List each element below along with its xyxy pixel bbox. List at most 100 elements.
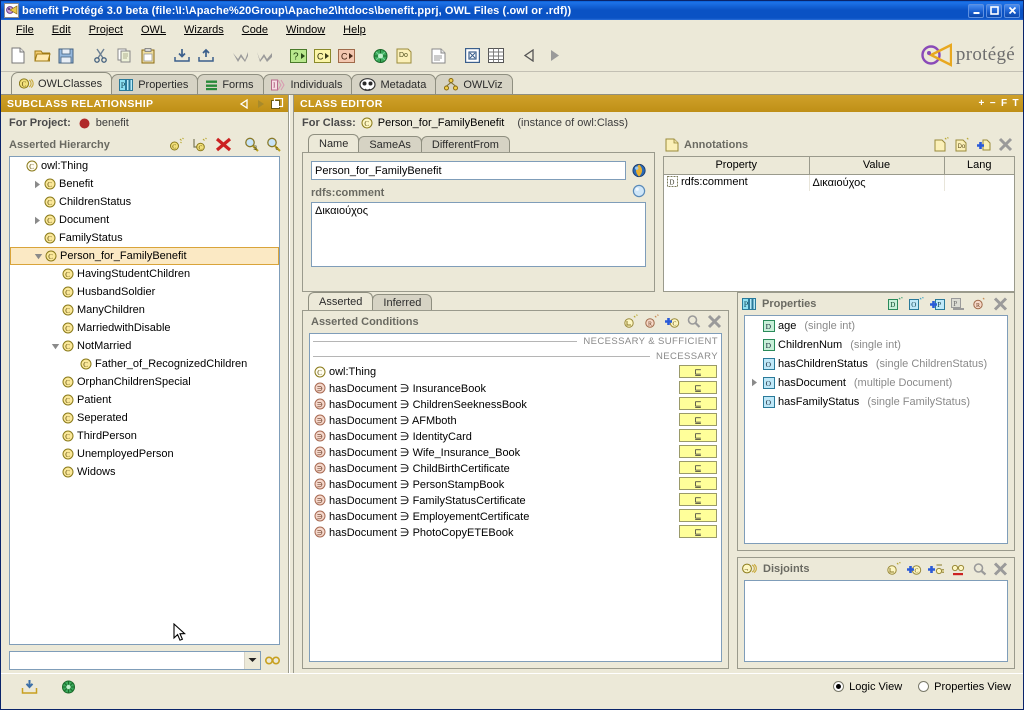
panel-collapse-icon[interactable]: − — [990, 98, 996, 109]
documentation-icon[interactable]: Do — [393, 45, 415, 67]
tab-owlviz[interactable]: OWLViz — [435, 74, 513, 94]
condition-row[interactable]: Cowl:Thing ⊑ — [310, 364, 721, 380]
condition-row[interactable]: ∋ hasDocument ∋ PhotoCopyETEBook ⊑ — [310, 524, 721, 540]
search-exists-icon[interactable]: ∃ — [244, 137, 260, 152]
cut-icon[interactable] — [89, 45, 111, 67]
table-icon[interactable] — [485, 45, 507, 67]
tree-item-havingstudentchildren[interactable]: C HavingStudentChildren — [10, 265, 279, 283]
tab-inferred[interactable]: Inferred — [372, 294, 433, 310]
menu-file[interactable]: File — [7, 22, 43, 38]
panel-expand-icon[interactable]: + — [978, 98, 984, 109]
create-restriction-icon[interactable] — [623, 314, 638, 329]
property-row[interactable]: OhasFamilyStatus (single FamilyStatus) — [745, 392, 1007, 411]
menu-edit[interactable]: Edit — [43, 22, 80, 38]
class-search-combo[interactable] — [9, 650, 261, 670]
minimize-button[interactable] — [968, 3, 984, 18]
tree-item-document[interactable]: C Document — [10, 211, 279, 229]
tree-item-notmarried[interactable]: C NotMarried — [10, 337, 279, 355]
new-project-icon[interactable] — [7, 45, 29, 67]
add-property-icon[interactable]: P — [930, 297, 945, 311]
tree-item-childrenstatus[interactable]: C ChildrenStatus — [10, 193, 279, 211]
condition-row[interactable]: ∋ hasDocument ∋ EmployementCertificate ⊑ — [310, 508, 721, 524]
logic-view-radio-dot[interactable] — [833, 681, 845, 692]
delete-disjoint-icon[interactable] — [993, 561, 1008, 576]
create-subclass-icon[interactable]: C — [192, 137, 209, 152]
paste-icon[interactable] — [137, 45, 159, 67]
condition-row[interactable]: ∋ hasDocument ∋ ChildrenSeeknessBook ⊑ — [310, 396, 721, 412]
properties-view-radio[interactable]: Properties View — [918, 681, 1011, 693]
subclass-badge[interactable]: ⊑ — [679, 445, 717, 458]
property-row[interactable]: OhasChildrenStatus (single ChildrenStatus… — [745, 354, 1007, 373]
language-circle-icon[interactable] — [632, 184, 646, 198]
delete-class-icon[interactable] — [215, 137, 232, 152]
search-class-icon[interactable]: c — [266, 137, 282, 152]
reasoner-status-icon[interactable] — [60, 679, 77, 695]
tree-item-manychildren[interactable]: C ManyChildren — [10, 301, 279, 319]
notes-icon[interactable] — [427, 45, 449, 67]
condition-row[interactable]: ∋ hasDocument ∋ PersonStampBook ⊑ — [310, 476, 721, 492]
condition-row[interactable]: ∋ hasDocument ∋ AFMboth ⊑ — [310, 412, 721, 428]
find-icon[interactable] — [265, 654, 280, 667]
forward-icon[interactable] — [543, 45, 565, 67]
open-project-icon[interactable] — [31, 45, 53, 67]
tab-properties[interactable]: P Properties — [111, 74, 199, 94]
tree-expand-toggle[interactable] — [30, 216, 44, 225]
remove-all-disjoints-icon[interactable] — [950, 562, 966, 576]
menu-code[interactable]: Code — [233, 22, 277, 38]
tab-metadata[interactable]: Metadata — [351, 74, 437, 94]
create-object-property-icon[interactable]: O — [909, 296, 924, 311]
tab-sameas[interactable]: SameAs — [358, 136, 422, 152]
ontoviz-icon[interactable] — [369, 45, 391, 67]
menu-help[interactable]: Help — [334, 22, 375, 38]
create-class-icon[interactable]: C — [311, 45, 333, 67]
table-row[interactable]: Drdfs:comment Δικαιούχος — [664, 174, 1014, 191]
view-condition-icon[interactable] — [686, 314, 701, 329]
remove-property-icon[interactable] — [993, 296, 1008, 311]
create-class-icon[interactable]: C — [169, 137, 186, 152]
undo-icon[interactable] — [229, 45, 251, 67]
subclass-badge[interactable]: ⊑ — [679, 525, 717, 538]
query-icon[interactable]: ? — [287, 45, 309, 67]
properties-list[interactable]: Dage (single int) D ChildrenNum (single int)… — [744, 315, 1008, 544]
menu-window[interactable]: Window — [277, 22, 334, 38]
tab-name[interactable]: Name — [308, 134, 360, 152]
subclass-badge[interactable]: ⊑ — [679, 493, 717, 506]
property-row[interactable]: Dage (single int) — [745, 316, 1007, 335]
property-row[interactable]: D ChildrenNum (single int) — [745, 335, 1007, 354]
panel-form-icon[interactable]: F — [1001, 98, 1008, 109]
logic-view-radio[interactable]: Logic View — [833, 681, 902, 693]
subclass-badge[interactable]: ⊑ — [679, 509, 717, 522]
tree-item-husbandsoldier[interactable]: C HusbandSoldier — [10, 283, 279, 301]
tab-asserted[interactable]: Asserted — [308, 292, 374, 310]
chevron-down-icon[interactable] — [244, 651, 260, 669]
property-row[interactable]: OhasDocument (multiple Document) — [745, 373, 1007, 392]
create-disjoint-icon[interactable] — [886, 561, 901, 576]
subclass-badge[interactable]: ⊑ — [679, 461, 717, 474]
tree-item-thirdperson[interactable]: C ThirdPerson — [10, 427, 279, 445]
tree-item-marriedwithdisable[interactable]: C MarriedwithDisable — [10, 319, 279, 337]
add-disjoint-class-icon[interactable]: C — [907, 562, 922, 576]
condition-row[interactable]: ∋ hasDocument ∋ InsuranceBook ⊑ — [310, 380, 721, 396]
subclass-badge[interactable]: ⊑ — [679, 477, 717, 490]
condition-row[interactable]: ∋ hasDocument ∋ ChildBirthCertificate ⊑ — [310, 460, 721, 476]
add-all-disjoints-icon[interactable] — [928, 562, 944, 576]
condition-row[interactable]: ∋ hasDocument ∋ FamilyStatusCertificate ⊑ — [310, 492, 721, 508]
create-subclass-icon[interactable]: C — [335, 45, 357, 67]
tab-differentfrom[interactable]: DifferentFrom — [420, 136, 510, 152]
tree-item-patient[interactable]: C Patient — [10, 391, 279, 409]
remove-annotation-icon[interactable] — [998, 137, 1013, 152]
export-icon[interactable] — [195, 45, 217, 67]
back-icon[interactable] — [519, 45, 541, 67]
class-search-input[interactable] — [10, 651, 244, 669]
import-status-icon[interactable] — [21, 679, 38, 695]
relation-icon[interactable]: R — [972, 297, 987, 311]
form-icon[interactable] — [461, 45, 483, 67]
tab-individuals[interactable]: I Individuals — [262, 74, 353, 94]
add-annotation-icon[interactable] — [977, 137, 992, 152]
condition-row[interactable]: ∋ hasDocument ∋ IdentityCard ⊑ — [310, 428, 721, 444]
create-datatype-annotation-icon[interactable]: Do — [955, 137, 971, 152]
menu-wizards[interactable]: Wizards — [175, 22, 233, 38]
tree-item-person-for-familybenefit[interactable]: C Person_for_FamilyBenefit — [10, 247, 279, 265]
menu-owl[interactable]: OWL — [132, 22, 175, 38]
create-datatype-property-icon[interactable]: D — [888, 296, 903, 311]
